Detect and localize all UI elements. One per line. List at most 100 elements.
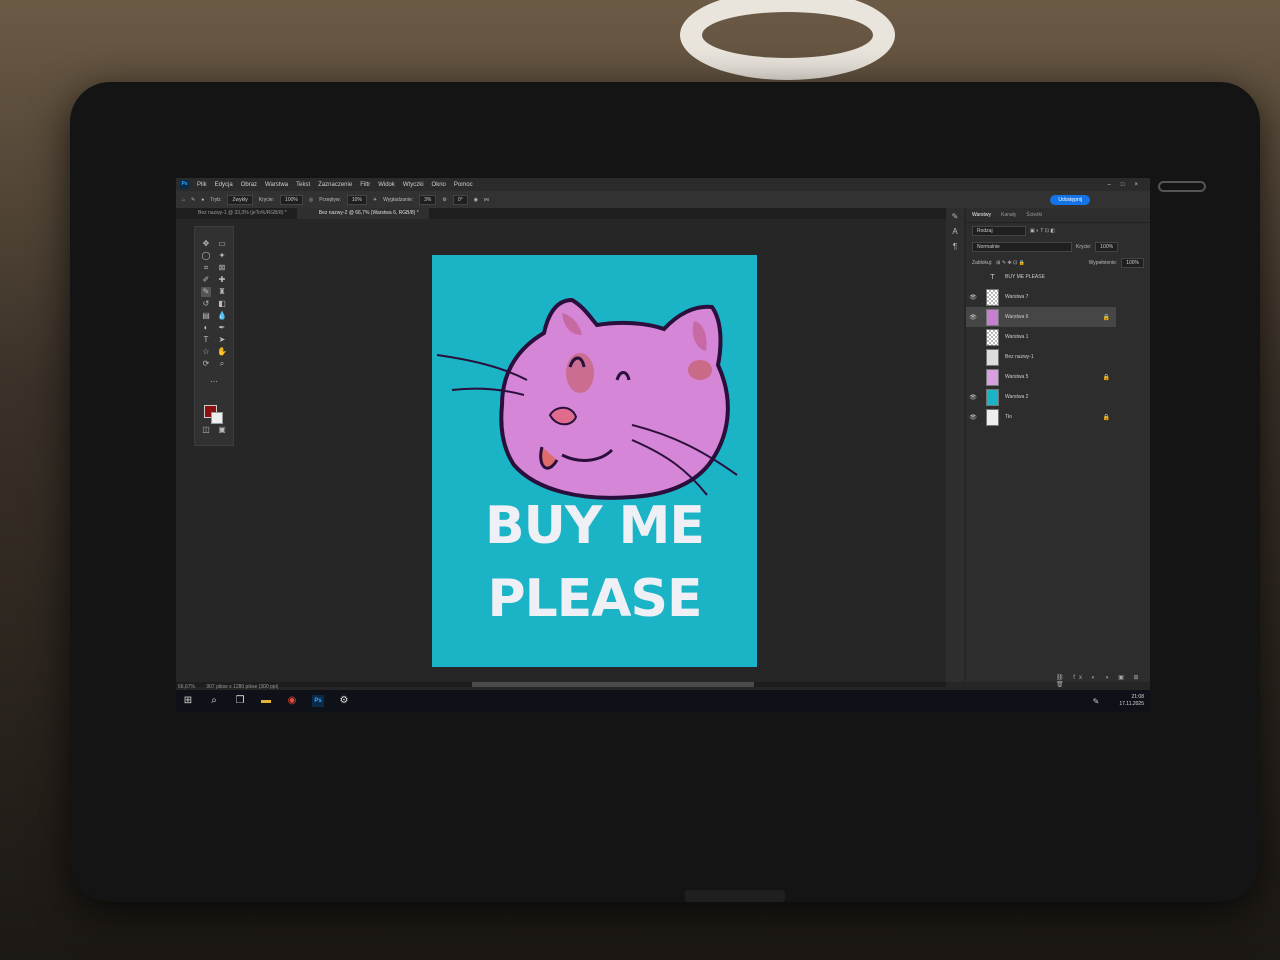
tab-document-1[interactable]: Bez nazwy-1 @ 33,3% (jeTo%/RGB/8) * xyxy=(176,208,297,219)
menu-item-plugins[interactable]: Wtyczki xyxy=(403,182,424,188)
dodge-tool-icon[interactable]: ◐ xyxy=(201,323,211,333)
layer-row[interactable]: T BUY ME PLEASE xyxy=(966,267,1116,287)
filter-icons[interactable]: ▣ ◐ T ⊡ ◧ xyxy=(1030,228,1055,234)
share-button[interactable]: Udostępnij xyxy=(1050,194,1090,205)
rotate-view-icon[interactable]: ⟳ xyxy=(201,359,211,369)
flow-field[interactable]: 10% xyxy=(346,194,367,205)
eye-icon[interactable]: 👁 xyxy=(966,414,980,421)
menu-item-select[interactable]: Zaznaczenie xyxy=(318,182,352,188)
layer-row[interactable]: Warstwa 5 🔒 xyxy=(966,367,1116,387)
quick-mask-icon[interactable]: ◫ xyxy=(201,425,211,435)
type-tool-icon[interactable]: T xyxy=(201,335,211,345)
layer-opacity-field[interactable]: 100% xyxy=(1095,242,1119,252)
more-tools-icon[interactable]: ⋯ xyxy=(209,377,219,387)
marquee-tool-icon[interactable]: ▭ xyxy=(217,239,227,249)
task-view-icon[interactable]: ❐ xyxy=(234,695,246,707)
pen-icon[interactable]: ✎ xyxy=(1093,697,1100,706)
menu-item-filter[interactable]: Filtr xyxy=(360,182,370,188)
menu-item-edit[interactable]: Edycja xyxy=(215,182,233,188)
lock-icons[interactable]: ⊞ ✎ ✥ ⊡ 🔒 xyxy=(996,260,1025,266)
layer-row-selected[interactable]: 👁 Warstwa 6 🔒 xyxy=(966,307,1116,327)
layer-thumbnail xyxy=(986,408,999,426)
layer-row[interactable]: 👁 Warstwa 2 xyxy=(966,387,1116,407)
close-icon[interactable]: × xyxy=(1134,182,1138,188)
start-icon[interactable]: ⊞ xyxy=(182,695,194,707)
lasso-tool-icon[interactable]: ◯ xyxy=(201,251,211,261)
menu-item-layer[interactable]: Warstwa xyxy=(265,182,288,188)
brush-tool-icon[interactable]: ✎ xyxy=(191,197,195,203)
tab-paths[interactable]: Ścieżki xyxy=(1026,212,1042,218)
menu-item-help[interactable]: Pomoc xyxy=(454,182,473,188)
eye-icon[interactable]: 👁 xyxy=(966,314,980,321)
layer-name: Tło xyxy=(1005,414,1012,420)
chrome-icon[interactable]: ◉ xyxy=(286,695,298,707)
zoom-tool-icon[interactable]: ⌕ xyxy=(217,359,227,369)
tab-layers[interactable]: Warstwy xyxy=(972,212,991,218)
clock[interactable]: 21:08 17.11.2025 xyxy=(1119,694,1150,708)
pressure-opacity-icon[interactable]: ◎ xyxy=(309,197,313,203)
history-panel-icon[interactable]: ✎ xyxy=(946,212,964,221)
layer-row[interactable]: 👁 Warstwa 7 xyxy=(966,287,1116,307)
layer-actions[interactable]: ⛓ fx ◐ ◑ ▣ ⊞ 🗑 xyxy=(1056,674,1150,688)
gear-icon[interactable]: ⚙ xyxy=(442,197,446,203)
windows-taskbar: ⊞ ⌕ ❐ ▬ ◉ Ps ⚙ ✎ 21:08 17.11.2025 xyxy=(176,690,1150,712)
brush-tool-icon[interactable]: ✎ xyxy=(201,287,211,297)
layer-row[interactable]: Warstwa 1 xyxy=(966,327,1116,347)
angle-field[interactable]: 0° xyxy=(452,194,468,205)
shape-tool-icon[interactable]: ☆ xyxy=(201,347,211,357)
blend-mode-select[interactable]: Normalnie xyxy=(972,242,1072,252)
gradient-tool-icon[interactable]: ▤ xyxy=(201,311,211,321)
crop-tool-icon[interactable]: ⌗ xyxy=(201,263,211,273)
frame-tool-icon[interactable]: ⊠ xyxy=(217,263,227,273)
smoothing-field[interactable]: 3% xyxy=(419,194,437,205)
pen-tool-icon[interactable]: ✒ xyxy=(217,323,227,333)
tab-channels[interactable]: Kanały xyxy=(1001,212,1016,218)
flow-label: Przepływ: xyxy=(319,196,341,203)
layer-kind-filter[interactable]: Rodzaj xyxy=(972,226,1026,236)
maximize-icon[interactable]: □ xyxy=(1121,182,1125,188)
home-icon[interactable]: ⌂ xyxy=(182,197,185,203)
opacity-field[interactable]: 100% xyxy=(280,194,303,205)
menu-item-image[interactable]: Obraz xyxy=(241,182,257,188)
menu-item-type[interactable]: Tekst xyxy=(296,182,310,188)
opacity-label: Krycie: xyxy=(258,196,275,203)
history-brush-icon[interactable]: ↺ xyxy=(201,299,211,309)
eyedropper-icon[interactable]: ✐ xyxy=(201,275,211,285)
photoshop-taskbar-icon[interactable]: Ps xyxy=(312,695,324,707)
eraser-tool-icon[interactable]: ◧ xyxy=(217,299,227,309)
mode-select[interactable]: Zwykły xyxy=(227,194,253,205)
paragraph-panel-icon[interactable]: ¶ xyxy=(946,242,964,251)
layer-thumbnail xyxy=(986,328,999,346)
magic-wand-icon[interactable]: ✦ xyxy=(217,251,227,261)
tab-document-2[interactable]: Bez nazwy-2 @ 66,7% (Warstwa 6, RGB/8) * xyxy=(296,208,429,219)
eye-icon[interactable]: 👁 xyxy=(966,294,980,301)
blur-tool-icon[interactable]: 💧 xyxy=(217,311,227,321)
eye-icon[interactable]: 👁 xyxy=(966,394,980,401)
minimize-icon[interactable]: – xyxy=(1108,182,1111,188)
settings-gear-icon[interactable]: ⚙ xyxy=(338,695,350,707)
layer-row[interactable]: Bez nazwy-1 xyxy=(966,347,1116,367)
screen-mode-icon[interactable]: ▣ xyxy=(217,425,227,435)
lock-icon: 🔒 xyxy=(1102,414,1110,421)
brush-preset-icon[interactable]: ● xyxy=(201,197,204,203)
fill-field[interactable]: 100% xyxy=(1121,258,1144,268)
hand-tool-icon[interactable]: ✋ xyxy=(217,347,227,357)
airbrush-icon[interactable]: ✈ xyxy=(373,197,377,203)
move-tool-icon[interactable]: ✥ xyxy=(201,239,211,249)
document-canvas[interactable]: BUY ME PLEASE xyxy=(432,255,757,667)
menu-item-window[interactable]: Okno xyxy=(432,182,446,188)
healing-brush-icon[interactable]: ✚ xyxy=(217,275,227,285)
stamp-tool-icon[interactable]: ♜ xyxy=(217,287,227,297)
path-selection-icon[interactable]: ➤ xyxy=(217,335,227,345)
pressure-size-icon[interactable]: ◉ xyxy=(474,197,478,203)
mode-label: Tryb: xyxy=(210,196,222,203)
layer-row[interactable]: 👁 Tło 🔒 xyxy=(966,407,1116,427)
screen: Ps Plik Edycja Obraz Warstwa Tekst Zazna… xyxy=(176,178,1150,712)
symmetry-icon[interactable]: ⋈ xyxy=(484,197,489,203)
background-color-swatch[interactable] xyxy=(211,412,223,424)
menu-item-view[interactable]: Widok xyxy=(378,182,395,188)
menu-item-file[interactable]: Plik xyxy=(197,182,207,188)
search-icon[interactable]: ⌕ xyxy=(208,695,220,707)
file-explorer-icon[interactable]: ▬ xyxy=(260,695,272,707)
character-panel-icon[interactable]: A xyxy=(946,227,964,236)
